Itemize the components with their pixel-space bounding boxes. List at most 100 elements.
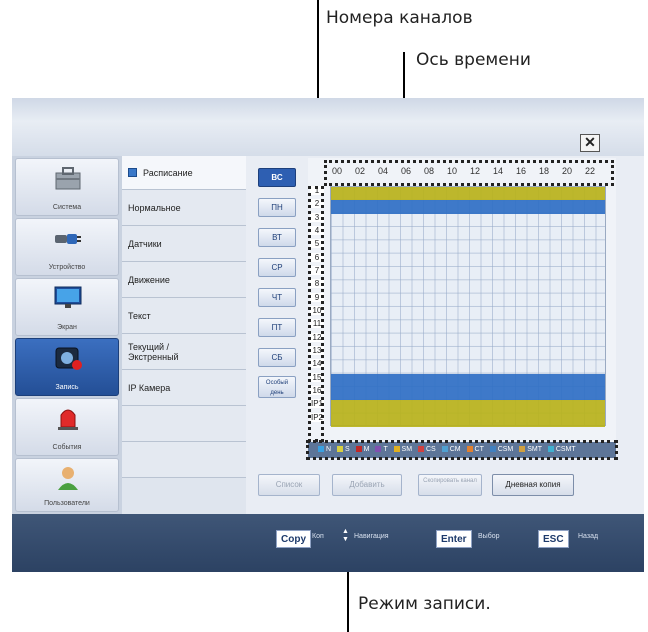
submenu-item-text[interactable]: Текст [122, 298, 246, 334]
sidebar-item-label: Запись [55, 384, 79, 391]
channel-label[interactable]: 9 [310, 292, 324, 302]
add-button[interactable]: Добавить [332, 474, 402, 496]
copy-channel-button[interactable]: Скопировать канал [418, 474, 482, 496]
legend-label: SM [401, 446, 413, 453]
legend-swatch [318, 446, 324, 453]
legend-swatch [375, 446, 382, 453]
sidebar-item-events[interactable]: События [15, 398, 119, 456]
legend-label: S [345, 446, 350, 453]
legend-label: CSMT [555, 446, 576, 453]
submenu-item-motion[interactable]: Движение [122, 262, 246, 298]
sidebar-item-display[interactable]: Экран [15, 278, 119, 336]
dvr-window: ✕ Система Устройство Экран Запись Событи… [12, 98, 644, 572]
legend-swatch [519, 446, 526, 453]
sidebar-item-label: Система [52, 204, 82, 211]
toolbox-icon [55, 167, 81, 190]
day-button-sun[interactable]: ВС [258, 168, 296, 187]
camera-record-icon [55, 347, 82, 370]
list-button[interactable]: Список [258, 474, 320, 496]
channel-label[interactable]: 1 [310, 186, 324, 195]
channel-label[interactable]: 13 [310, 346, 324, 355]
submenu-item-sensors[interactable]: Датчики [122, 226, 246, 262]
navigation-desc: Навигация [354, 533, 389, 540]
schedule-band-ch2 [331, 200, 605, 214]
channel-label[interactable]: 2 [310, 199, 324, 209]
legend-swatch [466, 446, 473, 453]
day-copy-button[interactable]: Дневная копия [492, 474, 574, 496]
hour-label: 10 [447, 166, 458, 176]
schedule-grid: 00 02 04 06 08 10 12 14 16 18 20 22 1 2 … [308, 158, 616, 442]
bottom-bar: Copy Коп ▲ ▼ Навигация Enter Выбор ESC На… [12, 514, 644, 572]
day-button-thu[interactable]: ЧТ [258, 288, 296, 307]
channel-label[interactable]: 5 [310, 239, 324, 249]
channel-label[interactable]: 4 [310, 226, 324, 235]
channel-label[interactable]: 14 [310, 359, 324, 369]
title-bar: ✕ [12, 98, 644, 156]
channel-label[interactable]: 10 [310, 306, 324, 315]
submenu-item-label: Нормальное [128, 202, 181, 213]
sidebar-item-device[interactable]: Устройство [15, 218, 119, 276]
legend-label: SMT [527, 446, 542, 453]
esc-key-desc: Назад [578, 533, 599, 540]
monitor-icon [54, 286, 82, 308]
submenu-item-ip-camera[interactable]: IP Камера [122, 370, 246, 406]
day-button-mon[interactable]: ПН [258, 198, 296, 217]
legend-label: T [383, 446, 388, 453]
alarm-icon [58, 409, 78, 430]
schedule-cells[interactable] [330, 186, 606, 427]
submenu-item-emergency[interactable]: Текущий / Экстренный [122, 334, 246, 370]
channel-label[interactable]: 12 [310, 332, 324, 342]
close-button[interactable]: ✕ [580, 134, 600, 152]
channel-label[interactable]: 8 [310, 279, 324, 289]
channel-label[interactable]: 16 [310, 386, 324, 395]
submenu-item-label: Текущий / Экстренный [128, 341, 179, 362]
submenu-item-schedule[interactable]: Расписание [122, 156, 246, 190]
day-button-sat[interactable]: СБ [258, 348, 296, 367]
sidebar-item-label: Пользователи [44, 500, 90, 507]
copy-key[interactable]: Copy [276, 530, 311, 548]
hour-label: 06 [401, 166, 412, 176]
day-button-special[interactable]: Особый день [258, 376, 296, 398]
submenu-item-empty [122, 442, 246, 478]
day-button-fri[interactable]: ПТ [258, 318, 296, 337]
legend-swatch [441, 446, 448, 453]
channel-label[interactable]: IP2 [310, 412, 324, 422]
submenu-item-normal[interactable]: Нормальное [122, 190, 246, 226]
legend-swatch [547, 446, 554, 453]
channel-label[interactable]: 6 [310, 252, 324, 262]
channel-label[interactable]: IP1 [310, 399, 324, 409]
sidebar-item-label: События [52, 444, 82, 451]
plug-icon [55, 234, 81, 244]
sidebar-item-label: Экран [57, 324, 77, 331]
record-mode-legend: N S M T SM CS CM CT CSM SMT CSMT [308, 442, 616, 458]
sidebar-item-users[interactable]: Пользователи [15, 458, 119, 512]
submenu-item-label: Расписание [143, 167, 193, 178]
sidebar-item-system[interactable]: Система [15, 158, 119, 216]
hour-label: 18 [539, 166, 550, 176]
time-axis: 00 02 04 06 08 10 12 14 16 18 20 22 [326, 164, 606, 182]
day-button-tue[interactable]: ВТ [258, 228, 296, 247]
channel-label[interactable]: 3 [310, 212, 324, 222]
schedule-band-ip [331, 400, 605, 427]
submenu-item-label: Текст [128, 310, 151, 321]
esc-key[interactable]: ESC [538, 530, 569, 548]
schedule-band-ch15 [331, 373, 605, 401]
hour-label: 22 [585, 166, 596, 176]
sidebar: Система Устройство Экран Запись События … [12, 156, 122, 514]
checkbox-icon [128, 168, 137, 177]
sidebar-item-record[interactable]: Запись [15, 338, 119, 396]
hour-label: 12 [470, 166, 481, 176]
hour-label: 20 [562, 166, 573, 176]
enter-key-desc: Выбор [478, 533, 500, 540]
day-button-wed[interactable]: СР [258, 258, 296, 277]
hour-label: 02 [355, 166, 366, 176]
legend-swatch [393, 446, 400, 453]
legend-label: N [326, 446, 332, 453]
hour-label: 16 [516, 166, 527, 176]
legend-label: M [363, 446, 370, 453]
channel-label[interactable]: 15 [310, 372, 324, 382]
submenu-item-label: Движение [128, 274, 170, 285]
enter-key[interactable]: Enter [436, 530, 472, 548]
channel-label[interactable]: 7 [310, 266, 324, 275]
channel-label[interactable]: 11 [310, 319, 324, 329]
